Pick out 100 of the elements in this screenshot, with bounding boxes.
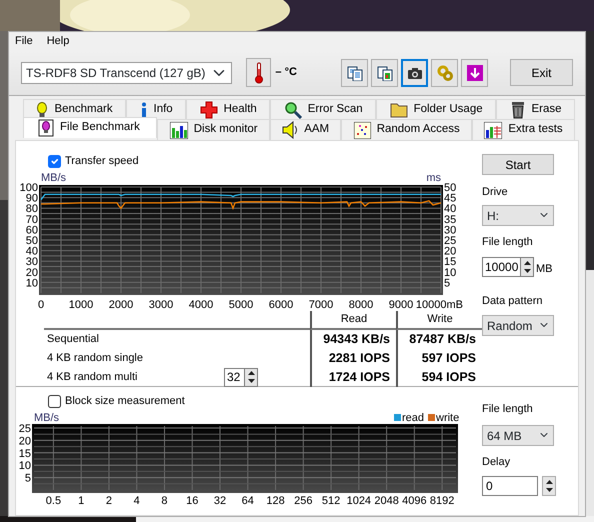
axis-title: MB/s — [41, 172, 66, 184]
checkbox[interactable] — [48, 394, 61, 408]
tick-label: 25 — [444, 234, 456, 246]
legend-label: read — [402, 412, 424, 424]
tick-label: 1000 — [68, 298, 94, 310]
field-label: File length — [482, 402, 533, 417]
tick-label: 6000 — [268, 298, 294, 310]
tick-label: 4000 — [188, 298, 214, 310]
menu-item[interactable]: File — [15, 32, 33, 50]
bulb-icon — [36, 102, 48, 118]
checkbox-label[interactable]: Block size measurement — [65, 393, 185, 410]
write-value: 87487 KB/s — [409, 330, 476, 348]
legend-label: write — [436, 412, 460, 424]
tick-label: 10000mB — [416, 298, 463, 310]
tick-label: 8000 — [348, 298, 374, 310]
tab[interactable]: AAM — [270, 119, 342, 140]
menu-item[interactable]: Help — [46, 32, 70, 50]
tick-label: 10 — [444, 266, 456, 278]
tick-label: 0 — [38, 298, 44, 310]
tick-label: 20 — [444, 245, 456, 258]
tick-label: 40 — [444, 202, 456, 215]
queue-depth-field[interactable]: 32 — [224, 368, 244, 386]
cross-icon — [200, 100, 218, 118]
tab[interactable]: File Benchmark — [23, 117, 158, 138]
pattern-dropdown[interactable]: Random — [482, 314, 554, 336]
tick-label: 50 — [444, 182, 456, 194]
file-length-field[interactable]: 10000 — [482, 257, 520, 277]
tab[interactable]: Folder Usage — [376, 99, 496, 119]
exit-button[interactable]: Exit — [510, 59, 573, 86]
tick-label: 2 — [106, 494, 112, 506]
tick-label: 4 — [134, 494, 140, 506]
up-arrow-icon — [248, 371, 254, 376]
tick-label: 20 — [18, 434, 31, 447]
tick-label: 20 — [26, 266, 38, 278]
delay-field[interactable]: 0 — [482, 476, 538, 496]
tick-label: 256 — [294, 494, 312, 506]
tick-label: 25 — [18, 422, 31, 434]
tick-label: 1 — [78, 494, 84, 506]
tick-label: 4096 — [402, 494, 427, 506]
tick-label: 64 — [242, 494, 254, 506]
tab[interactable]: Random Access — [341, 119, 472, 140]
drive-dropdown[interactable]: TS-RDF8 SD Transcend (127 gB) — [21, 62, 232, 84]
tick-label: 15 — [18, 447, 31, 460]
tick-label: 0.5 — [46, 494, 62, 506]
up-arrow-icon — [546, 480, 552, 484]
toolbar-button[interactable] — [371, 58, 398, 86]
tab[interactable]: Info — [126, 99, 186, 119]
tab[interactable]: Health — [186, 99, 270, 119]
search-icon — [284, 100, 302, 118]
tick-label: 30 — [26, 256, 38, 268]
tick-label: 5 — [24, 472, 31, 484]
row-label: 4 KB random single — [47, 350, 143, 366]
tab[interactable]: Disk monitor — [157, 119, 270, 140]
tick-label: 128 — [266, 494, 285, 506]
tick-label: 40 — [26, 245, 38, 258]
tick-label: 8 — [161, 494, 168, 506]
tick-label: 16 — [186, 494, 198, 506]
field-label: Delay — [482, 454, 510, 470]
down-arrow-icon — [466, 64, 483, 80]
tab[interactable]: Extra tests — [472, 119, 575, 140]
tick-label: 30 — [444, 224, 456, 236]
tab[interactable]: Error Scan — [270, 99, 376, 119]
axis-title: ms — [426, 172, 441, 184]
thermometer-icon — [254, 62, 264, 84]
spin-button[interactable] — [542, 476, 556, 496]
tick-label: 1024 — [346, 494, 372, 506]
write-value: 597 IOPS — [422, 350, 476, 367]
down-arrow-icon — [248, 378, 254, 383]
tick-label: 80 — [26, 202, 38, 215]
checkbox-label[interactable]: Transfer speed — [65, 153, 139, 170]
tick-label: 60 — [26, 224, 38, 236]
tick-label: 15 — [444, 256, 456, 268]
tab[interactable]: Erase — [496, 99, 576, 119]
temperature-reading: – °C — [275, 65, 298, 80]
chart-documents-icon — [376, 64, 393, 80]
toolbar-button[interactable] — [341, 58, 368, 86]
down-arrow-icon — [546, 488, 552, 492]
checkbox[interactable] — [48, 154, 61, 168]
temperature-button[interactable] — [246, 58, 272, 87]
field-label: File length — [482, 234, 533, 250]
row-label: Sequential — [47, 332, 99, 347]
read-value: 2281 IOPS — [328, 350, 390, 367]
tab[interactable]: Benchmark — [23, 99, 126, 119]
documents-icon — [346, 64, 363, 80]
toolbar-button[interactable] — [401, 58, 428, 86]
tick-label: 100 — [20, 182, 38, 194]
spin-button[interactable] — [244, 368, 258, 386]
file-length-dropdown[interactable]: 64 MB — [482, 424, 554, 446]
spin-button[interactable] — [520, 257, 534, 277]
start-button[interactable]: Start — [482, 154, 554, 175]
down-arrow-icon — [524, 269, 530, 273]
tick-label: 50 — [26, 234, 38, 246]
tick-label: 10 — [26, 276, 38, 289]
toolbar-button[interactable] — [461, 58, 488, 86]
tick-label: 90 — [26, 192, 38, 204]
tick-label: 9000 — [388, 298, 414, 310]
drive-dropdown[interactable]: H: — [482, 204, 554, 226]
tick-label: 512 — [322, 494, 340, 506]
tick-label: 32 — [214, 494, 226, 506]
tick-label: 3000 — [148, 298, 174, 310]
